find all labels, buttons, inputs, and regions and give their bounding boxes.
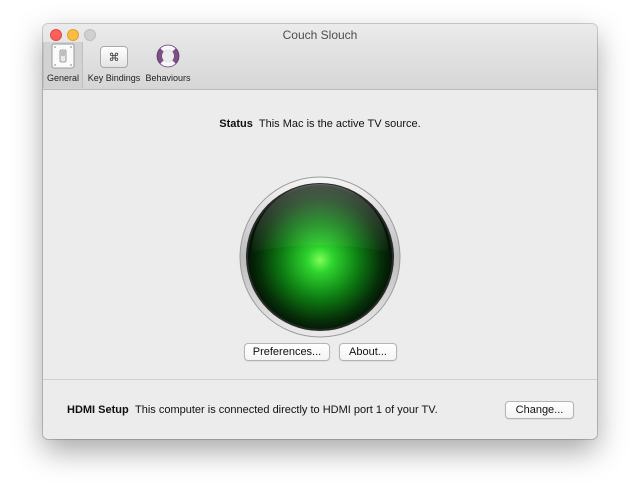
window-title: Couch Slouch — [282, 28, 358, 42]
status-line: Status This Mac is the active TV source. — [43, 118, 597, 130]
hdmi-setup-section: HDMI Setup This computer is connected di… — [43, 380, 597, 439]
preferences-button[interactable]: Preferences... — [244, 343, 330, 361]
tab-general[interactable]: General — [43, 42, 83, 88]
command-key-icon: ⌘ — [100, 46, 128, 68]
tab-key-bindings-label: Key Bindings — [87, 73, 141, 83]
hdmi-setup-title: HDMI Setup — [67, 404, 129, 416]
status-label: Status — [219, 118, 253, 130]
status-text: This Mac is the active TV source. — [258, 118, 421, 130]
app-window: Couch Slouch General ⌘ Key Bindings Beha… — [43, 24, 597, 439]
switch-icon — [51, 43, 75, 71]
general-pane: Status This Mac is the active TV source. — [43, 90, 597, 378]
tab-general-label: General — [46, 73, 80, 83]
lifebuoy-icon — [155, 43, 181, 71]
tab-behaviours[interactable]: Behaviours — [143, 42, 193, 88]
tab-key-bindings[interactable]: ⌘ Key Bindings — [85, 42, 143, 88]
tab-behaviours-label: Behaviours — [145, 73, 191, 83]
green-status-light-icon — [239, 176, 401, 338]
title-bar: Couch Slouch General ⌘ Key Bindings Beha… — [43, 24, 597, 90]
hdmi-setup-description: This computer is connected directly to H… — [135, 404, 438, 416]
about-button[interactable]: About... — [339, 343, 397, 361]
change-button[interactable]: Change... — [505, 401, 574, 419]
